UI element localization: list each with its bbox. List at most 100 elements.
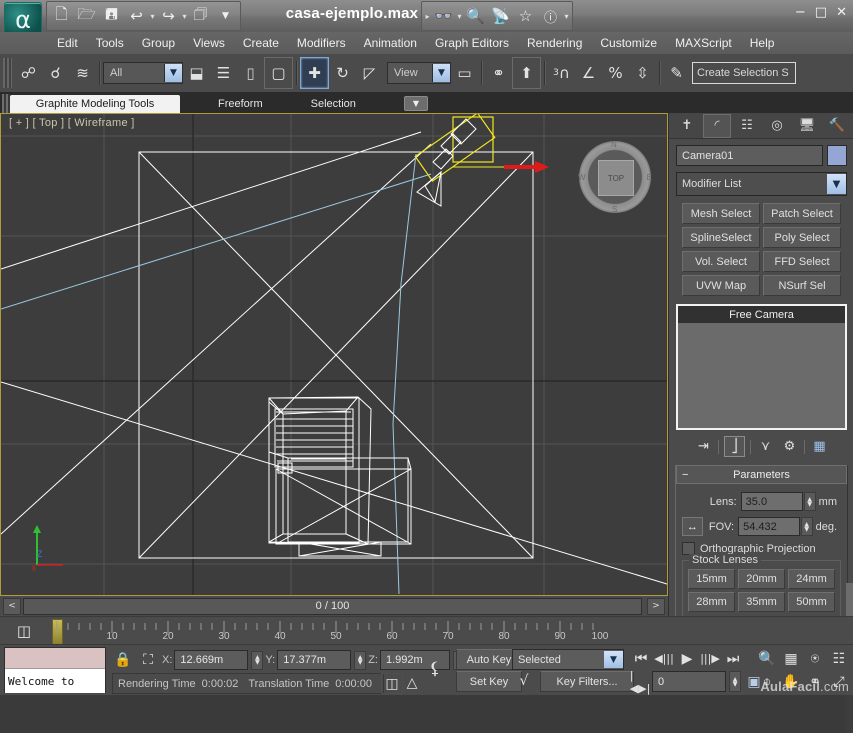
field-of-view-icon[interactable]: ⌽ bbox=[755, 670, 779, 693]
maxscript-mini-listener[interactable]: Welcome to bbox=[4, 647, 106, 693]
redo-icon[interactable]: ↪ bbox=[156, 4, 181, 28]
configure-modifier-sets-icon[interactable]: ▦ bbox=[810, 437, 829, 456]
show-end-result-icon[interactable]: ⎦ bbox=[724, 436, 745, 457]
track-bar[interactable]: ◫ 10 20 30 40 50 60 70 80 90 100 bbox=[0, 616, 853, 645]
goto-start-icon[interactable]: ⏮ bbox=[630, 649, 652, 668]
modifier-ffd-select[interactable]: FFD Select bbox=[763, 251, 841, 272]
selection-lock-icon[interactable]: 🔒 bbox=[112, 649, 134, 671]
select-and-rotate-icon[interactable]: ↻ bbox=[329, 58, 356, 88]
menu-item-help[interactable]: Help bbox=[741, 34, 784, 52]
key-mode-toggle-icon[interactable]: ⚸ bbox=[418, 657, 452, 681]
fov-spinner[interactable]: ▲ ▼ bbox=[800, 517, 813, 536]
spinner-snap-icon[interactable]: ⇳ bbox=[629, 58, 656, 88]
ribbon-overflow-icon[interactable]: ▼ bbox=[403, 96, 428, 111]
percent-snap-icon[interactable]: % bbox=[602, 58, 629, 88]
modifier-uvw-map[interactable]: UVW Map bbox=[682, 275, 760, 296]
hierarchy-tab[interactable]: ☷ bbox=[733, 114, 761, 138]
toolbar-grip[interactable] bbox=[3, 58, 12, 88]
minimize-button[interactable]: − bbox=[795, 6, 806, 19]
binoculars-icon[interactable]: 👓 bbox=[431, 4, 456, 28]
bind-to-space-warp-icon[interactable]: ≋ bbox=[69, 58, 96, 88]
display-tab[interactable]: 🖥 bbox=[793, 114, 821, 138]
coord-y-input[interactable]: 17.377m bbox=[277, 650, 352, 670]
next-frame-icon[interactable]: |||▶ bbox=[699, 649, 721, 668]
make-unique-icon[interactable]: ⋎ bbox=[756, 437, 775, 456]
zoom-all-icon[interactable]: ▦ bbox=[779, 647, 803, 670]
modifier-patch-select[interactable]: Patch Select bbox=[763, 203, 841, 224]
modifier-list-dropdown[interactable]: Modifier List ▼ bbox=[676, 172, 847, 196]
angle-snap-icon[interactable]: ∠ bbox=[575, 58, 602, 88]
modifier-nsurf-sel[interactable]: NSurf Sel bbox=[763, 275, 841, 296]
chevron-down-icon[interactable]: ▼ bbox=[432, 64, 450, 82]
redo-dropdown-icon[interactable]: ▾ bbox=[181, 12, 188, 21]
utilities-tab[interactable]: 🔨 bbox=[823, 114, 851, 138]
window-crossing-icon[interactable]: ▢ bbox=[264, 57, 293, 89]
create-tab[interactable]: ✝ bbox=[673, 114, 701, 138]
chevron-down-icon[interactable]: ▼ bbox=[604, 651, 623, 668]
zoom-extents-icon[interactable]: ⍟ bbox=[803, 647, 827, 670]
previous-frame-button[interactable]: < bbox=[3, 597, 21, 615]
menu-item-graph-editors[interactable]: Graph Editors bbox=[426, 34, 518, 52]
object-color-swatch[interactable] bbox=[827, 145, 847, 166]
satellite-icon[interactable]: 📡 bbox=[488, 4, 513, 28]
menu-item-edit[interactable]: Edit bbox=[48, 34, 87, 52]
listener-input-line[interactable] bbox=[5, 648, 105, 668]
coord-x-input[interactable]: 12.669m bbox=[174, 650, 249, 670]
stock-lens-20mm[interactable]: 20mm bbox=[738, 569, 785, 589]
coord-y-spinner[interactable]: ▲ ▼ bbox=[354, 650, 367, 670]
menu-item-tools[interactable]: Tools bbox=[87, 34, 133, 52]
modifier-mesh-select[interactable]: Mesh Select bbox=[682, 203, 760, 224]
selection-filter-set-dropdown[interactable]: Selected ▼ bbox=[512, 649, 624, 670]
next-frame-button[interactable]: > bbox=[647, 597, 665, 615]
view-cube[interactable]: N W E S TOP bbox=[578, 140, 652, 214]
maximize-button[interactable]: □ bbox=[815, 6, 827, 19]
frame-readout[interactable]: 0 / 100 bbox=[23, 597, 642, 615]
select-link-icon[interactable]: ☍ bbox=[15, 58, 42, 88]
goto-end-icon[interactable]: ⏭ bbox=[722, 649, 744, 668]
current-frame-spinner[interactable]: ▲ ▼ bbox=[729, 671, 741, 692]
save-file-icon[interactable]: 🖪 bbox=[99, 4, 124, 28]
rectangular-selection-region-icon[interactable]: ▯ bbox=[237, 58, 264, 88]
object-name-input[interactable]: Camera01 bbox=[676, 145, 823, 166]
select-and-manipulate-icon[interactable]: ⚭ bbox=[485, 58, 512, 88]
zoom-extents-all-icon[interactable]: ☷ bbox=[827, 647, 851, 670]
modifier-stack[interactable]: Free Camera bbox=[676, 304, 847, 430]
motion-tab[interactable]: ◎ bbox=[763, 114, 791, 138]
wrench-icon[interactable]: 🔍 bbox=[463, 4, 488, 28]
coord-x-spinner[interactable]: ▲ ▼ bbox=[251, 650, 264, 670]
grid-toggle-icon[interactable]: ◫ bbox=[381, 673, 403, 694]
new-file-icon[interactable]: 🗋 bbox=[49, 4, 74, 28]
qat-overflow-icon[interactable]: ▼ bbox=[213, 4, 238, 28]
lens-spinner[interactable]: ▲ ▼ bbox=[803, 492, 816, 511]
workspace-arrow-icon[interactable]: ▸ bbox=[424, 12, 431, 21]
viewport-label[interactable]: [ + ] [ Top ] [ Wireframe ] bbox=[9, 117, 135, 129]
selection-filter-dropdown[interactable]: All ▼ bbox=[103, 62, 183, 84]
named-selection-sets-icon[interactable]: ✎ bbox=[663, 58, 690, 88]
binoculars-dropdown-icon[interactable]: ▾ bbox=[456, 12, 463, 21]
menu-item-group[interactable]: Group bbox=[133, 34, 184, 52]
open-file-icon[interactable]: 🗁 bbox=[74, 4, 99, 28]
stock-lens-28mm[interactable]: 28mm bbox=[688, 592, 735, 612]
pan-view-icon[interactable]: ✋ bbox=[779, 670, 803, 693]
stock-lens-50mm[interactable]: 50mm bbox=[788, 592, 835, 612]
modifier-vol-select[interactable]: Vol. Select bbox=[682, 251, 760, 272]
select-and-move-icon[interactable]: ✚ bbox=[300, 57, 329, 89]
viewport-top-wireframe[interactable]: [ + ] [ Top ] [ Wireframe ] N W E S TOP … bbox=[1, 114, 667, 595]
current-frame-input[interactable]: 0 bbox=[652, 671, 726, 692]
lens-input[interactable]: 35.0 bbox=[740, 492, 803, 511]
reference-coordinate-dropdown[interactable]: View ▼ bbox=[387, 62, 451, 84]
default-in-out-tangent-icon[interactable]: √ bbox=[512, 671, 536, 690]
collapse-icon[interactable]: − bbox=[682, 469, 688, 481]
keyboard-shortcut-override-icon[interactable]: ⬆ bbox=[512, 57, 541, 89]
modifier-spline-select[interactable]: SplineSelect bbox=[682, 227, 760, 248]
stack-item-free-camera[interactable]: Free Camera bbox=[678, 306, 845, 323]
chevron-down-icon[interactable]: ▼ bbox=[164, 64, 182, 82]
menu-item-maxscript[interactable]: MAXScript bbox=[666, 34, 741, 52]
select-object-icon[interactable]: ⬓ bbox=[183, 58, 210, 88]
modifier-poly-select[interactable]: Poly Select bbox=[763, 227, 841, 248]
zoom-icon[interactable]: 🔍 bbox=[755, 647, 779, 670]
star-icon[interactable]: ☆ bbox=[513, 4, 538, 28]
key-filters-button[interactable]: Key Filters... bbox=[540, 671, 634, 692]
tab-graphite-modeling-tools[interactable]: Graphite Modeling Tools bbox=[10, 95, 180, 113]
play-animation-icon[interactable]: ▶ bbox=[676, 649, 698, 668]
